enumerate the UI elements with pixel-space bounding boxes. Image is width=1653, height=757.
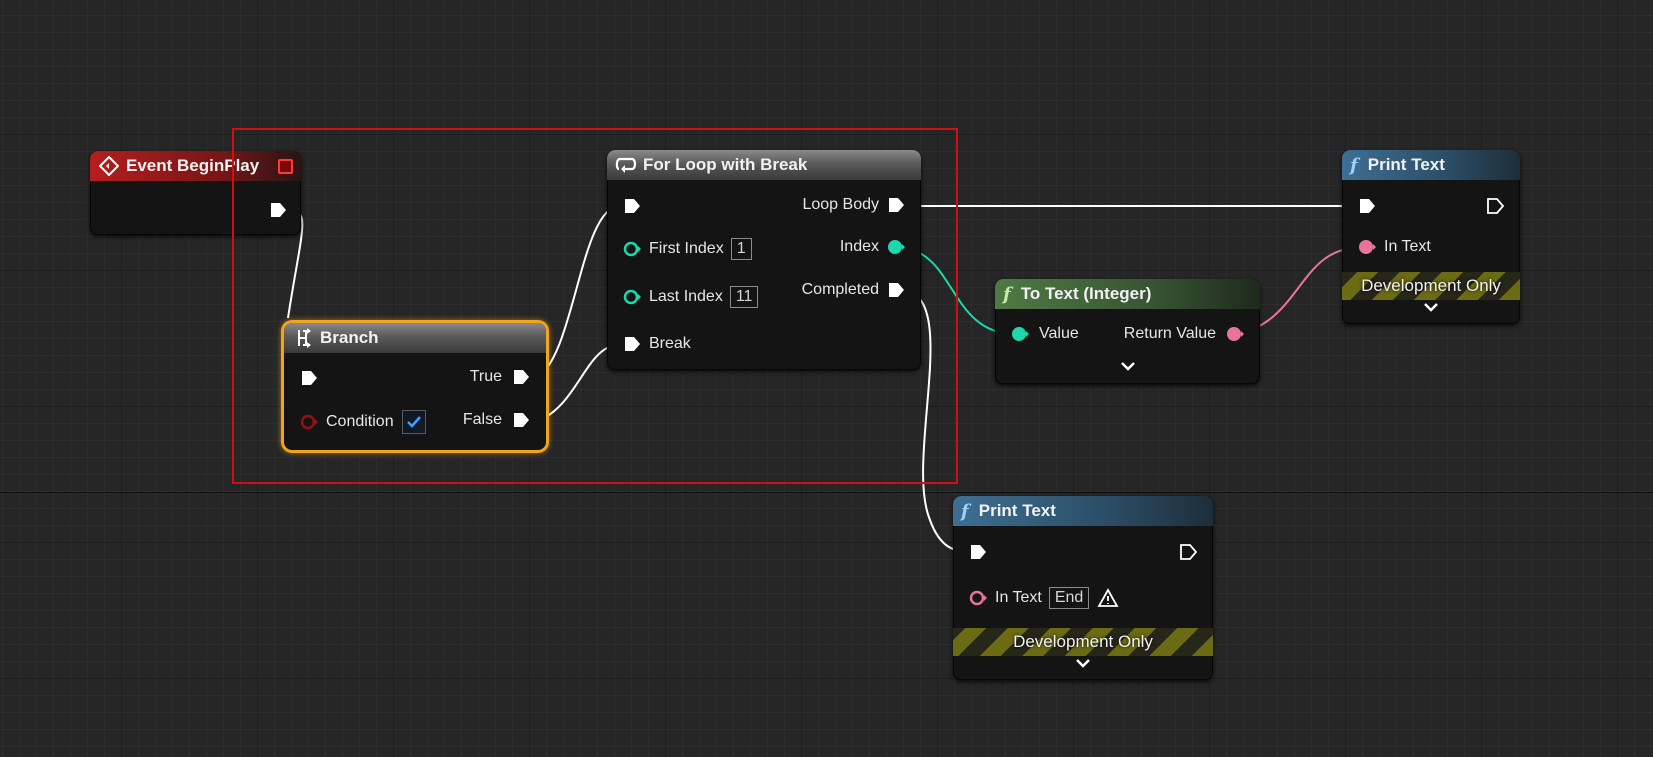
value-label: Value — [1039, 325, 1079, 342]
chevron-down-icon[interactable] — [1422, 302, 1440, 314]
branch-icon — [292, 327, 314, 349]
exec-out-pin[interactable] — [1486, 197, 1504, 215]
loop-body-exec-pin[interactable] — [887, 196, 905, 214]
event-beginplay-node[interactable]: Event BeginPlay — [90, 151, 301, 235]
break-exec-pin[interactable] — [623, 335, 641, 353]
value-int-in-pin[interactable] — [1011, 325, 1029, 343]
first-index-input[interactable]: 1 — [730, 238, 752, 260]
function-f-icon: f — [1350, 154, 1358, 176]
exec-in-pin[interactable] — [1358, 197, 1376, 215]
first-index-label: First Index — [649, 240, 724, 257]
breakpoint-icon[interactable] — [278, 158, 293, 174]
print-text-header[interactable]: f Print Text — [1342, 150, 1520, 180]
completed-label: Completed — [801, 281, 879, 298]
print-text-header[interactable]: f Print Text — [953, 496, 1213, 526]
node-title: For Loop with Break — [643, 155, 808, 174]
false-exec-pin[interactable] — [512, 411, 530, 429]
true-exec-pin[interactable] — [512, 368, 530, 386]
exec-out-pin[interactable] — [1179, 543, 1197, 561]
first-index-int-pin[interactable] — [623, 240, 641, 258]
function-f-icon: f — [961, 500, 969, 522]
exec-out-pin[interactable] — [269, 201, 287, 219]
index-label: Index — [839, 238, 879, 255]
for-loop-with-break-node[interactable]: For Loop with Break Loop Body First Inde… — [607, 150, 921, 370]
loop-icon — [615, 154, 637, 176]
node-title: Print Text — [1367, 155, 1445, 174]
completed-exec-pin[interactable] — [887, 281, 905, 299]
index-int-out-pin[interactable] — [887, 238, 905, 256]
in-text-input[interactable]: End — [1048, 587, 1090, 609]
branch-node[interactable]: Branch True Condition False — [284, 323, 546, 450]
diamond-event-icon — [98, 155, 120, 177]
false-label: False — [462, 411, 502, 428]
last-index-label: Last Index — [649, 288, 723, 305]
break-label: Break — [649, 335, 691, 352]
condition-bool-pin[interactable] — [300, 413, 318, 431]
to-text-integer-node[interactable]: f To Text (Integer) Value Return Value — [995, 279, 1260, 384]
return-value-text-pin[interactable] — [1226, 325, 1244, 343]
for-loop-header[interactable]: For Loop with Break — [607, 150, 921, 180]
warning-icon — [1097, 588, 1119, 607]
exec-in-pin[interactable] — [623, 197, 641, 215]
condition-label: Condition — [326, 413, 394, 430]
in-text-label: In Text — [1384, 238, 1431, 255]
development-only-banner: Development Only — [1342, 272, 1520, 300]
wire-layer — [287, 205, 1359, 553]
in-text-label: In Text — [995, 589, 1042, 606]
return-value-label: Return Value — [1123, 325, 1216, 342]
node-title: Branch — [320, 328, 379, 347]
true-label: True — [469, 368, 502, 385]
print-text-node-top[interactable]: f Print Text In Text Development Only — [1342, 150, 1520, 324]
in-text-pin[interactable] — [969, 589, 987, 607]
condition-checkbox[interactable] — [401, 410, 426, 434]
last-index-input[interactable]: 11 — [729, 286, 759, 308]
function-f-icon: f — [1003, 283, 1011, 305]
last-index-int-pin[interactable] — [623, 288, 641, 306]
development-only-banner: Development Only — [953, 628, 1213, 656]
checkmark-icon — [406, 416, 421, 428]
in-text-pin[interactable] — [1358, 238, 1376, 256]
node-title: Event BeginPlay — [126, 156, 260, 175]
loop-body-label: Loop Body — [802, 196, 879, 213]
node-title: Print Text — [978, 501, 1056, 520]
exec-in-pin[interactable] — [300, 369, 318, 387]
branch-header[interactable]: Branch — [284, 323, 546, 353]
chevron-down-icon[interactable] — [1119, 361, 1137, 373]
node-title: To Text (Integer) — [1020, 284, 1152, 303]
print-text-node-bottom[interactable]: f Print Text In Text End Development Onl… — [953, 496, 1213, 680]
chevron-down-icon[interactable] — [1074, 658, 1092, 670]
exec-in-pin[interactable] — [969, 543, 987, 561]
to-text-header[interactable]: f To Text (Integer) — [995, 279, 1260, 309]
event-beginplay-header[interactable]: Event BeginPlay — [90, 151, 301, 181]
